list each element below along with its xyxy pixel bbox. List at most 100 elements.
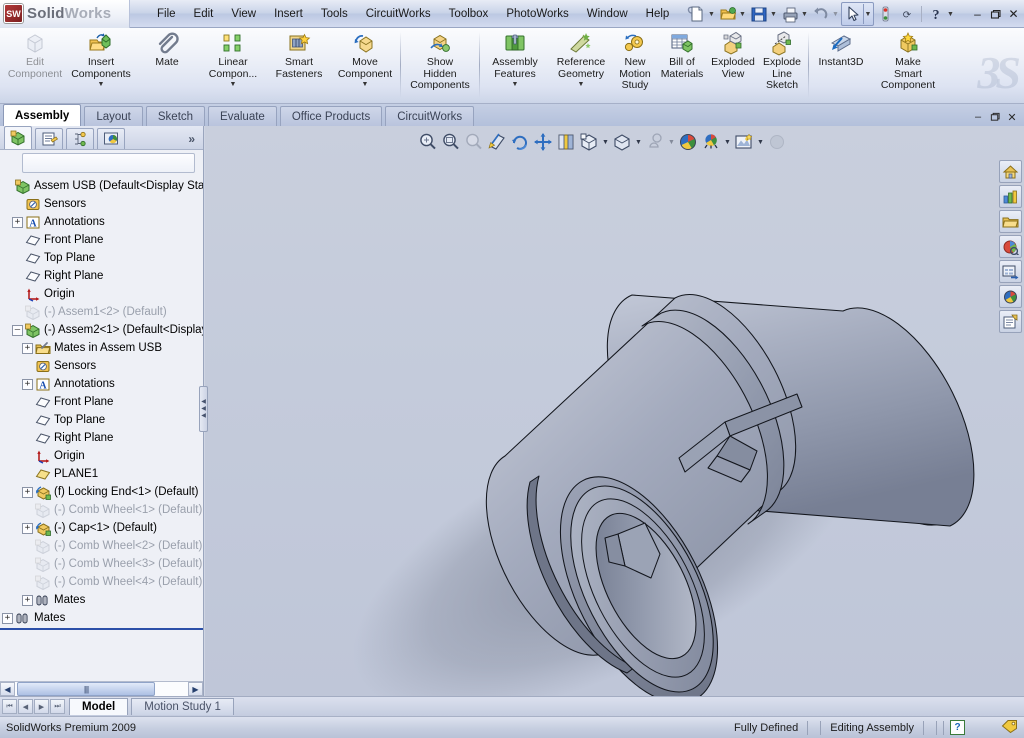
zoom-to-fit-icon[interactable] <box>417 131 439 153</box>
tree-item[interactable]: PLANE1 <box>0 465 203 483</box>
menu-insert[interactable]: Insert <box>265 5 312 23</box>
chevron-down-icon[interactable]: ▼ <box>723 131 732 153</box>
tree-item[interactable]: Right Plane <box>0 267 203 285</box>
document-close-button[interactable]: ✕ <box>1005 110 1019 124</box>
tab-sketch[interactable]: Sketch <box>145 106 206 126</box>
expand-icon[interactable]: + <box>2 612 13 624</box>
tree-item[interactable]: Front Plane <box>0 231 203 249</box>
tree-item[interactable]: + Mates <box>0 609 203 627</box>
chevron-down-icon[interactable]: ▼ <box>946 4 955 24</box>
section-view-icon[interactable] <box>486 131 508 153</box>
appearances-scenes-button[interactable] <box>999 285 1022 308</box>
print-button[interactable]: ▼ <box>779 2 810 26</box>
expand-panel-chevron-icon[interactable]: » <box>188 132 195 146</box>
sphere-toggle-icon[interactable] <box>766 131 788 153</box>
expand-icon[interactable]: + <box>22 594 33 606</box>
show-hidden-components-button[interactable]: Show Hidden Components <box>403 28 477 100</box>
scroll-track[interactable]: |||| <box>15 682 188 696</box>
menu-help[interactable]: Help <box>637 5 679 23</box>
bill-of-materials-button[interactable]: Bill of Materials <box>656 28 708 100</box>
document-restore-button[interactable] <box>988 110 1002 124</box>
tab-layout[interactable]: Layout <box>84 106 143 126</box>
menu-photoworks[interactable]: PhotoWorks <box>497 5 577 23</box>
nav-last-button[interactable]: ⏭ <box>50 699 65 714</box>
feature-tree-filter-input[interactable] <box>22 153 195 173</box>
chevron-down-icon[interactable]: ▼ <box>707 4 716 24</box>
nav-next-button[interactable]: ▶ <box>34 699 49 714</box>
edit-component-button[interactable]: Edit Component <box>2 28 68 100</box>
feature-manager-tab[interactable] <box>4 126 32 149</box>
feature-tree-horizontal-scrollbar[interactable]: ◀ |||| ▶ <box>0 681 203 696</box>
explode-line-sketch-button[interactable]: Explode Line Sketch <box>758 28 806 100</box>
edit-appearance-icon[interactable] <box>644 131 666 153</box>
tree-item[interactable]: (-) Comb Wheel<1> (Default) <box>0 501 203 519</box>
select-cursor-button[interactable]: ▼ <box>841 2 874 26</box>
chevron-down-icon[interactable]: ▼ <box>738 4 747 24</box>
menu-view[interactable]: View <box>222 5 265 23</box>
new-motion-study-button[interactable]: New Motion Study <box>614 28 656 100</box>
reference-geometry-button[interactable]: Reference Geometry ▼ <box>548 28 614 100</box>
chevron-down-icon[interactable]: ▼ <box>769 4 778 24</box>
solidworks-resources-button[interactable] <box>999 185 1022 208</box>
configuration-manager-tab[interactable] <box>66 128 94 149</box>
tree-item[interactable]: Front Plane <box>0 393 203 411</box>
tree-item[interactable]: Top Plane <box>0 249 203 267</box>
tree-item[interactable]: Sensors <box>0 357 203 375</box>
document-minimize-button[interactable]: – <box>971 110 985 124</box>
expand-icon[interactable]: + <box>22 486 33 498</box>
tree-item[interactable]: Origin <box>0 447 203 465</box>
menu-edit[interactable]: Edit <box>185 5 223 23</box>
new-document-button[interactable]: ▼ <box>686 2 717 26</box>
rotate-view-icon[interactable] <box>509 131 531 153</box>
tree-item[interactable]: (-) Comb Wheel<2> (Default) <box>0 537 203 555</box>
linear-component-pattern-button[interactable]: Linear Compon... ▼ <box>200 28 266 100</box>
nav-prev-button[interactable]: ◀ <box>18 699 33 714</box>
menu-toolbox[interactable]: Toolbox <box>440 5 498 23</box>
window-close-button[interactable]: ✕ <box>1005 5 1022 23</box>
tree-item[interactable]: Assem USB (Default<Display State-1>) <box>0 177 203 195</box>
custom-properties-button[interactable] <box>999 310 1022 333</box>
window-restore-button[interactable] <box>987 5 1004 23</box>
menu-window[interactable]: Window <box>578 5 637 23</box>
tree-item[interactable]: Right Plane <box>0 429 203 447</box>
menu-tools[interactable]: Tools <box>312 5 357 23</box>
chevron-down-icon[interactable]: ▼ <box>756 131 765 153</box>
menu-file[interactable]: File <box>148 5 185 23</box>
menu-circuitworks[interactable]: CircuitWorks <box>357 5 440 23</box>
chevron-down-icon[interactable]: ▼ <box>863 4 872 24</box>
undo-button[interactable]: ▼ <box>810 2 841 26</box>
window-minimize-button[interactable]: – <box>969 5 986 23</box>
insert-components-button[interactable]: Insert Components ▼ <box>68 28 134 100</box>
chevron-down-icon[interactable]: ▼ <box>800 4 809 24</box>
status-help-icon[interactable]: ? <box>950 720 965 735</box>
make-smart-component-button[interactable]: Make Smart Component <box>871 28 945 100</box>
hide-show-items-icon[interactable] <box>611 131 633 153</box>
graphics-viewport[interactable]: ▼ ▼ ▼ ▼ ▼ <box>205 126 1024 696</box>
expand-icon[interactable]: + <box>22 378 33 390</box>
help-button[interactable]: ? ▼ <box>925 2 956 26</box>
move-component-button[interactable]: Move Component ▼ <box>332 28 398 100</box>
view-orientation-icon[interactable] <box>555 131 577 153</box>
chevron-down-icon[interactable]: ▼ <box>98 81 105 89</box>
display-style-icon[interactable] <box>578 131 600 153</box>
scroll-thumb[interactable]: |||| <box>17 682 155 696</box>
exploded-view-button[interactable]: Exploded View <box>708 28 758 100</box>
property-manager-tab[interactable] <box>35 128 63 149</box>
search-panel-button[interactable] <box>999 260 1022 283</box>
panel-splitter-handle[interactable]: ◀ ◀ ◀ <box>199 386 208 432</box>
tab-evaluate[interactable]: Evaluate <box>208 106 277 126</box>
tag-icon[interactable] <box>1001 719 1018 737</box>
tree-item[interactable]: Origin <box>0 285 203 303</box>
tree-item[interactable]: Top Plane <box>0 411 203 429</box>
tab-circuitworks[interactable]: CircuitWorks <box>385 106 475 126</box>
options-button[interactable]: ⟳ <box>896 2 918 26</box>
tree-item[interactable]: + A Annotations <box>0 213 203 231</box>
chevron-down-icon[interactable]: ▼ <box>362 81 369 89</box>
nav-first-button[interactable]: ⏮ <box>2 699 17 714</box>
view-settings-icon[interactable] <box>700 131 722 153</box>
collapse-icon[interactable]: – <box>12 324 23 336</box>
tree-item[interactable]: Sensors <box>0 195 203 213</box>
chevron-down-icon[interactable]: ▼ <box>601 131 610 153</box>
rebuild-button[interactable] <box>874 2 896 26</box>
open-document-button[interactable]: ▼ <box>717 2 748 26</box>
